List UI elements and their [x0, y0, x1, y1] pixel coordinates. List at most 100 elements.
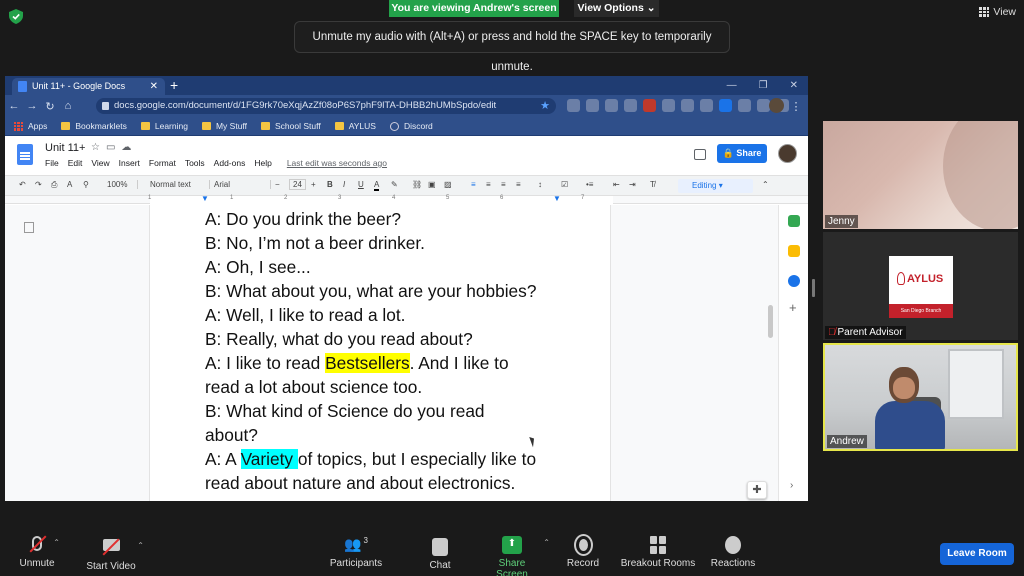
document-line[interactable]: B: No, I’m not a beer drinker. — [205, 231, 536, 255]
align-left-icon[interactable]: ≡ — [471, 180, 476, 189]
extension-icon[interactable] — [624, 99, 637, 112]
document-line[interactable]: read about nature and about electronics. — [205, 471, 536, 495]
document-line[interactable]: read a lot about science too. — [205, 375, 536, 399]
extension-icon[interactable] — [567, 99, 580, 112]
collapse-toolbar-icon[interactable]: ⌃ — [762, 180, 769, 189]
underline-icon[interactable]: U — [358, 180, 364, 189]
style-select[interactable]: Normal text — [150, 180, 210, 189]
spellcheck-icon[interactable]: A — [67, 180, 72, 189]
share-button[interactable]: 🔒 Share — [717, 144, 767, 163]
menu-tools[interactable]: Tools — [185, 158, 205, 168]
extension-icon[interactable] — [662, 99, 675, 112]
clear-formatting-icon[interactable]: T̸ — [650, 180, 655, 189]
security-shield-icon[interactable] — [9, 9, 23, 24]
explore-button[interactable]: ✚ — [747, 481, 767, 499]
menu-help[interactable]: Help — [254, 158, 271, 168]
split-view-handle[interactable] — [812, 279, 815, 297]
menu-format[interactable]: Format — [149, 158, 176, 168]
share-screen-button[interactable]: ⬆ Share Screen ⌃ — [482, 536, 550, 576]
redo-icon[interactable]: ↷ — [35, 180, 42, 189]
document-canvas[interactable]: A: Do you drink the beer? B: No, I’m not … — [5, 205, 808, 501]
unmute-button[interactable]: ⌃ Unmute — [14, 535, 60, 569]
document-page[interactable]: A: Do you drink the beer? B: No, I’m not … — [149, 205, 611, 501]
caret-up-icon[interactable]: ⌃ — [53, 538, 60, 547]
document-line[interactable]: A: Oh, I see... — [205, 255, 536, 279]
collapse-panel-icon[interactable]: › — [790, 480, 793, 491]
bookmark-discord[interactable]: Discord — [389, 121, 433, 131]
last-edit-link[interactable]: Last edit was seconds ago — [287, 158, 387, 168]
document-text[interactable]: A: Do you drink the beer? B: No, I’m not … — [205, 207, 536, 495]
justify-icon[interactable]: ≡ — [516, 180, 521, 189]
caret-up-icon[interactable]: ⌃ — [543, 538, 550, 547]
new-tab-icon[interactable]: + — [170, 76, 178, 95]
bookmark-school-stuff[interactable]: School Stuff — [261, 121, 321, 131]
view-layout-button[interactable]: View — [979, 6, 1016, 18]
vertical-scrollbar[interactable] — [768, 305, 773, 338]
document-line[interactable]: A: Do you drink the beer? — [205, 207, 536, 231]
document-outline-icon[interactable] — [24, 222, 34, 233]
insert-comment-icon[interactable]: ▣ — [428, 180, 436, 189]
bookmark-star-icon[interactable]: ★ — [540, 98, 550, 114]
bookmark-my-stuff[interactable]: My Stuff — [201, 121, 247, 131]
add-ons-plus-icon[interactable]: + — [789, 300, 797, 315]
menu-file[interactable]: File — [45, 158, 59, 168]
document-line[interactable]: A: Well, I like to read a lot. — [205, 303, 536, 327]
sheets-addon-icon[interactable] — [788, 215, 800, 227]
increase-indent-icon[interactable]: ⇥ — [629, 180, 636, 189]
extension-icon[interactable] — [719, 99, 732, 112]
cloud-saved-icon[interactable]: ☁ — [121, 142, 131, 153]
forward-icon[interactable]: → — [23, 100, 41, 112]
extension-icon[interactable] — [700, 99, 713, 112]
paint-format-icon[interactable]: ⚲ — [83, 180, 89, 189]
text-color-icon[interactable]: A — [374, 180, 380, 191]
menu-insert[interactable]: Insert — [119, 158, 140, 168]
checklist-icon[interactable]: ☑ — [561, 180, 568, 189]
menu-edit[interactable]: Edit — [68, 158, 83, 168]
close-tab-icon[interactable]: ✕ — [150, 78, 158, 95]
tasks-icon[interactable] — [788, 275, 800, 287]
profile-avatar[interactable] — [769, 98, 784, 113]
participants-button[interactable]: 👥 3 Participants — [327, 536, 385, 569]
indent-marker-icon[interactable]: ▼ — [201, 194, 209, 203]
zoom-select[interactable]: 100% — [107, 180, 139, 189]
font-select[interactable]: Arial — [214, 180, 272, 189]
extension-icon[interactable] — [738, 99, 751, 112]
caret-up-icon[interactable]: ⌃ — [137, 541, 144, 550]
extension-icon[interactable] — [605, 99, 618, 112]
undo-icon[interactable]: ↶ — [19, 180, 26, 189]
star-icon[interactable]: ☆ — [91, 142, 100, 153]
maximize-icon[interactable]: ❐ — [759, 76, 768, 95]
chrome-menu-icon[interactable]: ⋮ — [787, 100, 805, 113]
document-line[interactable]: about? — [205, 423, 536, 447]
reload-icon[interactable]: ↻ — [41, 100, 59, 113]
italic-icon[interactable]: I — [343, 180, 345, 189]
comment-history-icon[interactable] — [694, 149, 706, 160]
menu-view[interactable]: View — [91, 158, 109, 168]
bookmark-aylus[interactable]: AYLUS — [334, 121, 376, 131]
record-button[interactable]: Record — [566, 536, 600, 569]
close-window-icon[interactable]: ✕ — [790, 76, 798, 95]
participant-tile-andrew[interactable]: Andrew — [823, 343, 1018, 451]
print-icon[interactable]: ⎙ — [51, 180, 57, 190]
url-bar[interactable]: docs.google.com/document/d/1FG9rk70eXqjA… — [96, 98, 556, 114]
document-line[interactable]: A: A Variety of topics, but I especially… — [205, 447, 536, 471]
align-center-icon[interactable]: ≡ — [486, 180, 491, 189]
google-docs-logo-icon[interactable] — [17, 144, 33, 165]
ruler[interactable]: 1 1 2 3 4 5 6 7 ▼ ▼ — [5, 194, 808, 204]
extension-icon[interactable] — [586, 99, 599, 112]
align-right-icon[interactable]: ≡ — [501, 180, 506, 189]
line-spacing-icon[interactable]: ↕ — [538, 180, 542, 189]
start-video-button[interactable]: ⌃ Start Video — [82, 536, 144, 572]
decrease-font-icon[interactable]: − — [275, 180, 280, 189]
decrease-indent-icon[interactable]: ⇤ — [613, 180, 620, 189]
reactions-button[interactable]: Reactions — [710, 536, 756, 569]
extension-icon[interactable] — [681, 99, 694, 112]
bookmark-bookmarklets[interactable]: Bookmarklets — [61, 121, 127, 131]
insert-link-icon[interactable]: ⛓ — [412, 180, 422, 189]
minimize-icon[interactable]: — — [727, 76, 737, 95]
highlight-color-icon[interactable]: ✎ — [391, 180, 398, 189]
account-avatar[interactable] — [778, 144, 797, 163]
bookmark-apps[interactable]: Apps — [14, 121, 47, 131]
document-line[interactable]: B: Really, what do you read about? — [205, 327, 536, 351]
bold-icon[interactable]: B — [327, 180, 333, 189]
